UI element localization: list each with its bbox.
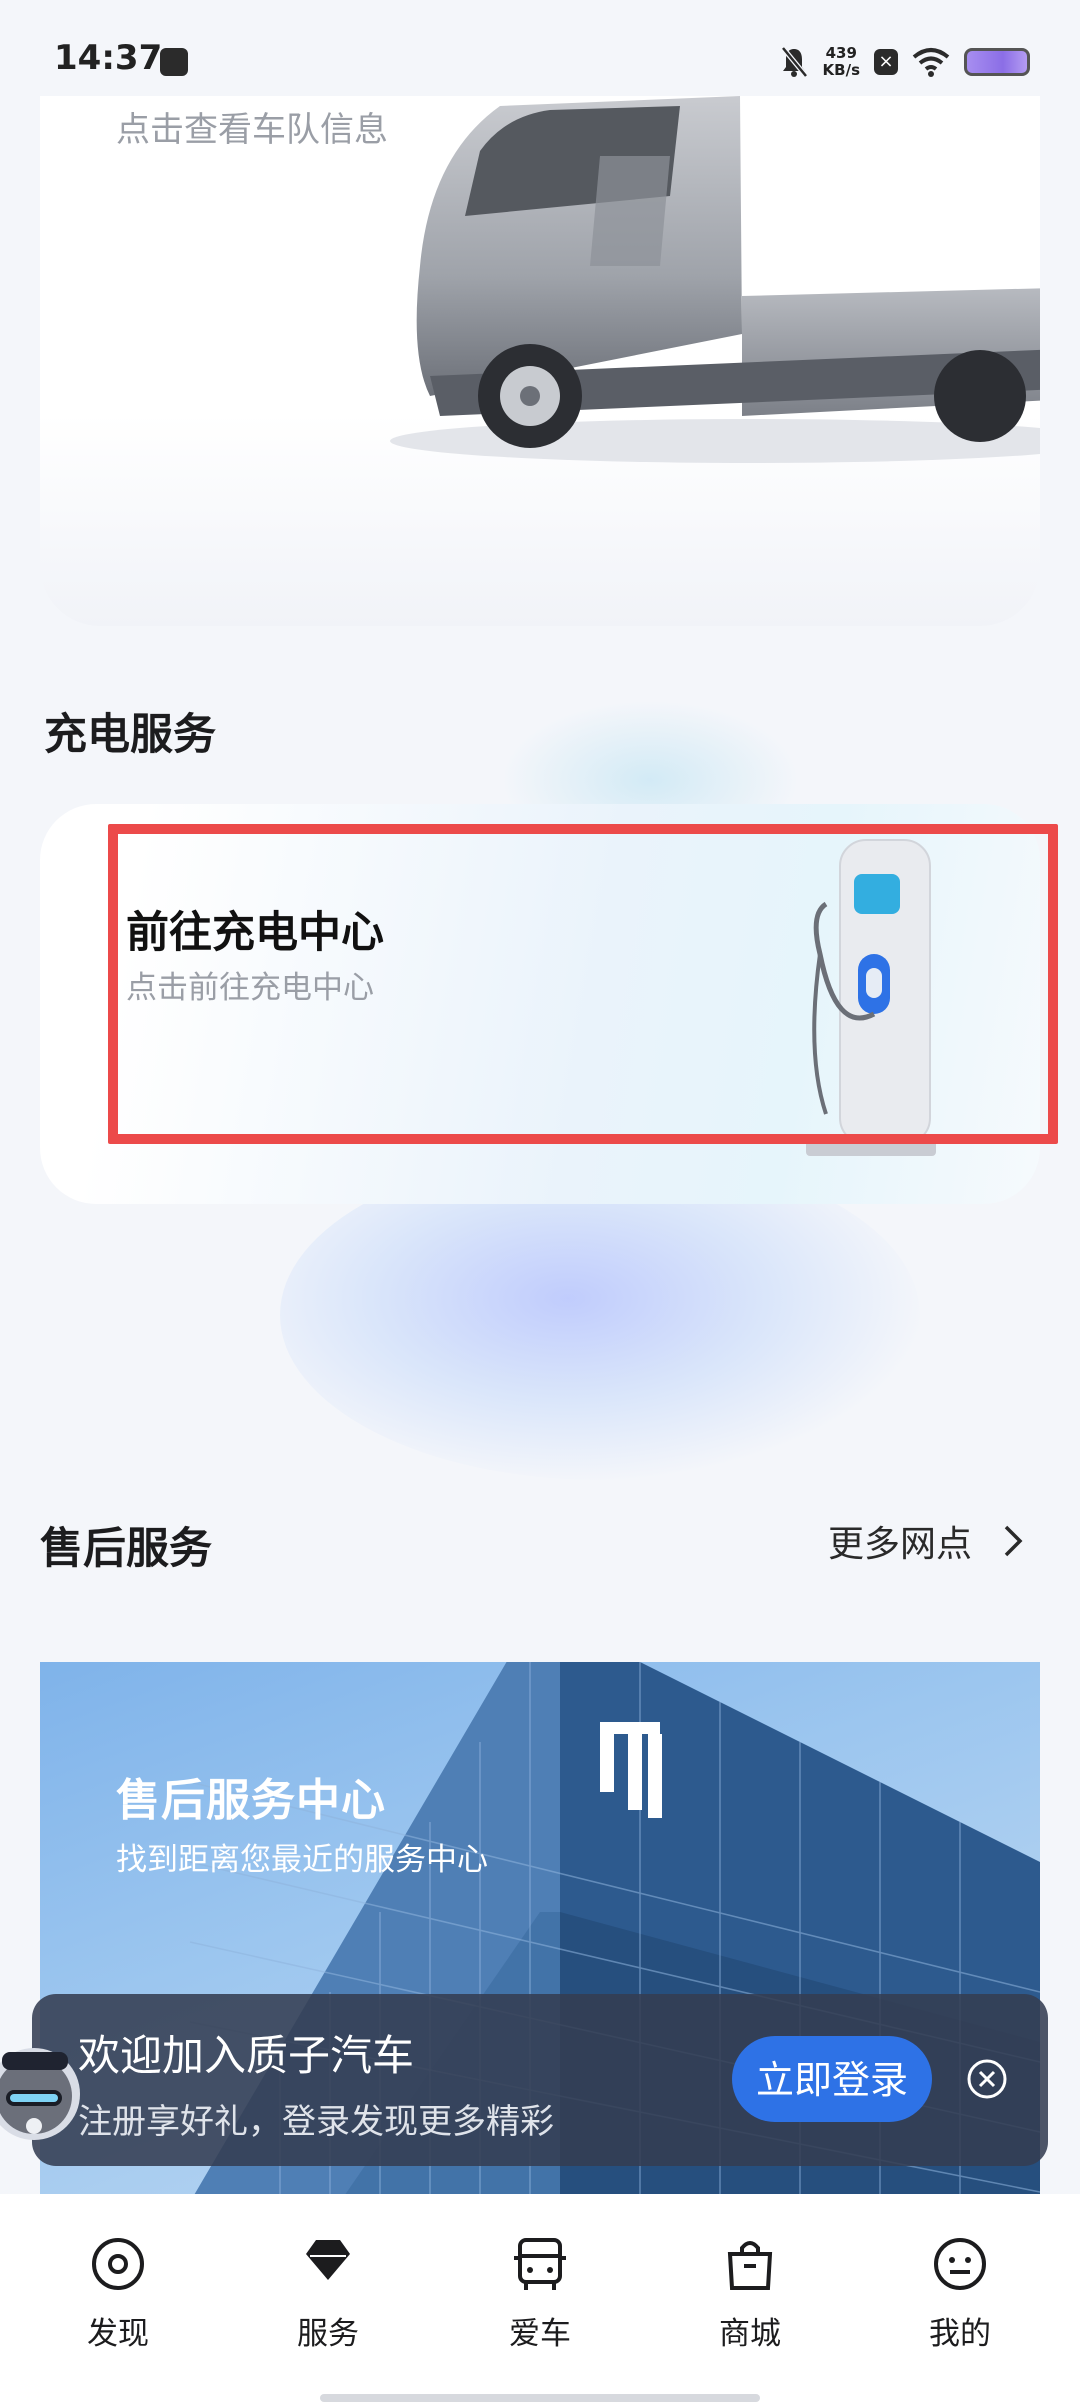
car-icon (514, 2238, 566, 2290)
battery-icon (964, 48, 1030, 76)
nav-item-discover[interactable]: 发现 (48, 2234, 188, 2364)
shop-bag-icon (727, 2241, 773, 2290)
fleet-card-subtitle: 点击查看车队信息 (116, 110, 388, 150)
status-bar: 14:37 439 KB/s × (0, 0, 1080, 96)
status-time: 14:37 (54, 38, 163, 78)
charging-card-subtitle: 点击前往充电中心 (126, 970, 374, 1006)
charging-station-image (806, 839, 936, 1156)
nav-label-discover: 发现 (87, 2316, 149, 2352)
network-speed: 439 KB/s (823, 45, 860, 79)
nav-item-shop[interactable]: 商城 (680, 2234, 820, 2364)
nav-item-profile[interactable]: 我的 (890, 2234, 1030, 2364)
service-card-title: 售后服务中心 (116, 1775, 386, 1826)
status-indicators: 439 KB/s × (779, 40, 1030, 84)
profile-icon (934, 2238, 986, 2290)
login-banner-title: 欢迎加入质子汽车 (78, 2031, 415, 2080)
more-outlets-label: 更多网点 (827, 1524, 972, 1565)
chevron-right-icon (1004, 1525, 1023, 1557)
nav-item-service[interactable]: 服务 (258, 2234, 398, 2364)
login-button[interactable]: 立即登录 (732, 2036, 932, 2122)
nav-label-profile: 我的 (929, 2316, 991, 2352)
bottom-nav: 发现 服务 爱车 商城 我的 (0, 2194, 1080, 2408)
x-notification-icon: × (874, 49, 898, 75)
nav-label-service: 服务 (297, 2316, 359, 2352)
network-speed-unit: KB/s (822, 61, 860, 79)
after-sales-section-title: 售后服务 (40, 1524, 212, 1574)
more-outlets-link[interactable]: 更多网点 (828, 1516, 1024, 1566)
service-icon (306, 2240, 350, 2280)
nav-label-shop: 商城 (719, 2316, 781, 2352)
nav-label-car: 爱车 (509, 2316, 571, 2352)
service-card-subtitle: 找到距离您最近的服务中心 (116, 1842, 488, 1878)
charging-section-title: 充电服务 (44, 710, 216, 760)
login-banner-subtitle: 注册享好礼，登录发现更多精彩 (78, 2102, 554, 2142)
charging-card-title: 前往充电中心 (126, 908, 384, 958)
truck-image (390, 96, 1040, 463)
nav-item-car[interactable]: 爱车 (470, 2234, 610, 2364)
wifi-icon (912, 48, 950, 77)
close-icon[interactable] (966, 2058, 1008, 2100)
mute-bell-icon (780, 46, 808, 78)
home-indicator[interactable] (320, 2394, 760, 2402)
network-speed-value: 439 (825, 44, 857, 62)
fleet-card[interactable]: 点击查看车队信息 (40, 96, 1040, 626)
notification-app-icon (160, 48, 188, 76)
discover-icon (92, 2238, 144, 2290)
